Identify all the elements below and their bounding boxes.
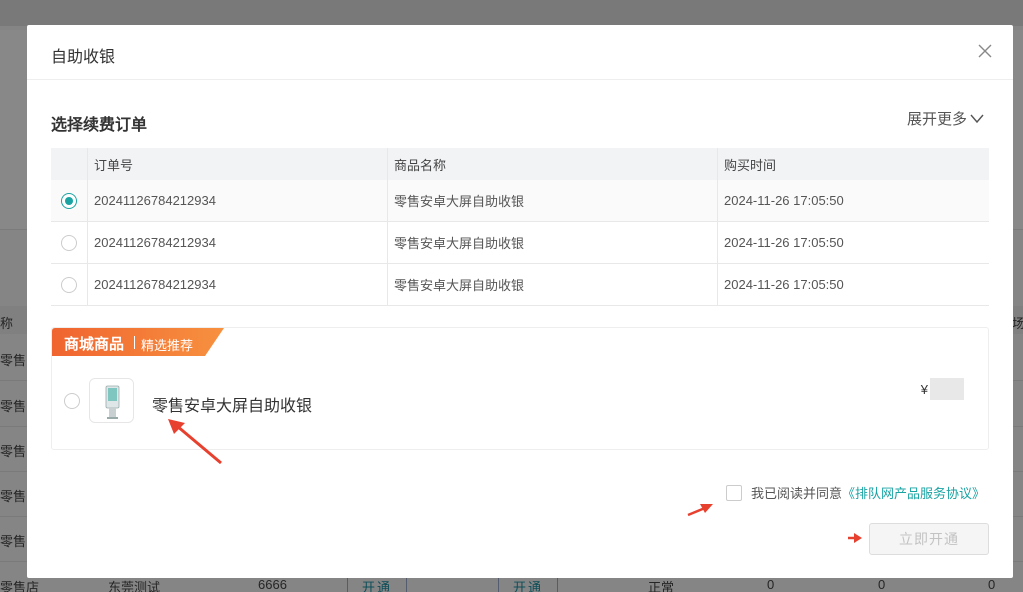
agreement-row: 我已阅读并同意 《排队网产品服务协议》 xyxy=(725,483,985,502)
self-checkout-modal: 自助收银 选择续费订单 展开更多 订单号 商品名称 购买时间 202411267… xyxy=(27,25,1013,578)
modal-title: 自助收银 xyxy=(51,49,116,66)
mall-product-price: ¥ xyxy=(921,378,964,400)
header-select-cell xyxy=(51,148,88,180)
product-name: 零售安卓大屏自助收银 xyxy=(388,222,718,263)
purchase-time: 2024-11-26 17:05:50 xyxy=(724,235,844,250)
header-product-name: 商品名称 xyxy=(388,148,718,180)
table-header: 订单号 商品名称 购买时间 xyxy=(51,148,989,180)
expand-more-button[interactable]: 展开更多 xyxy=(907,108,985,129)
section-title: 选择续费订单 xyxy=(51,117,148,134)
product-thumbnail-icon xyxy=(105,385,120,419)
chevron-down-icon xyxy=(970,114,984,123)
annotation-arrow-icon xyxy=(168,419,222,465)
annotation-arrow-icon xyxy=(848,533,862,543)
product-name: 零售安卓大屏自助收银 xyxy=(388,180,718,221)
mall-banner-subtitle: 精选推荐 xyxy=(141,338,194,353)
product-name: 零售安卓大屏自助收银 xyxy=(388,264,718,305)
orders-table: 订单号 商品名称 购买时间 20241126784212934 零售安卓大屏自助… xyxy=(51,148,989,306)
order-no: 20241126784212934 xyxy=(88,180,388,221)
product-thumbnail xyxy=(89,378,134,423)
mall-banner: 商城商品 精选推荐 xyxy=(52,328,224,356)
table-row[interactable]: 20241126784212934 零售安卓大屏自助收银 2024-11-26 … xyxy=(51,222,989,264)
order-no: 20241126784212934 xyxy=(88,222,388,263)
close-icon xyxy=(978,44,992,58)
price-blurred xyxy=(930,378,964,400)
table-row[interactable]: 20241126784212934 零售安卓大屏自助收银 2024-11-26 … xyxy=(51,180,989,222)
agreement-checkbox[interactable] xyxy=(725,484,742,501)
order-no: 20241126784212934 xyxy=(88,264,388,305)
row-radio[interactable] xyxy=(61,234,77,251)
header-purchase-time: 购买时间 xyxy=(724,157,777,173)
expand-more-label: 展开更多 xyxy=(906,111,967,128)
row-select-cell xyxy=(51,264,88,305)
row-select-cell xyxy=(51,222,88,263)
agreement-link[interactable]: 《排队网产品服务协议》 xyxy=(842,483,985,502)
table-row[interactable]: 20241126784212934 零售安卓大屏自助收银 2024-11-26 … xyxy=(51,264,989,306)
mall-banner-title: 商城商品 xyxy=(64,336,125,353)
row-select-cell xyxy=(51,180,88,221)
agreement-text: 我已阅读并同意 xyxy=(750,486,842,501)
row-radio[interactable] xyxy=(61,192,77,209)
purchase-time: 2024-11-26 17:05:50 xyxy=(724,193,844,208)
close-button[interactable] xyxy=(975,41,995,61)
mall-product-radio[interactable] xyxy=(64,393,80,409)
mall-banner-separator xyxy=(134,336,135,349)
open-now-button[interactable]: 立即开通 xyxy=(869,523,989,555)
mall-product-name: 零售安卓大屏自助收银 xyxy=(152,398,313,415)
purchase-time: 2024-11-26 17:05:50 xyxy=(724,277,844,292)
header-order-no: 订单号 xyxy=(88,148,388,180)
row-radio[interactable] xyxy=(61,276,77,293)
modal-divider xyxy=(27,79,1013,80)
currency-symbol: ¥ xyxy=(920,381,928,397)
annotation-arrow-icon xyxy=(687,504,713,517)
